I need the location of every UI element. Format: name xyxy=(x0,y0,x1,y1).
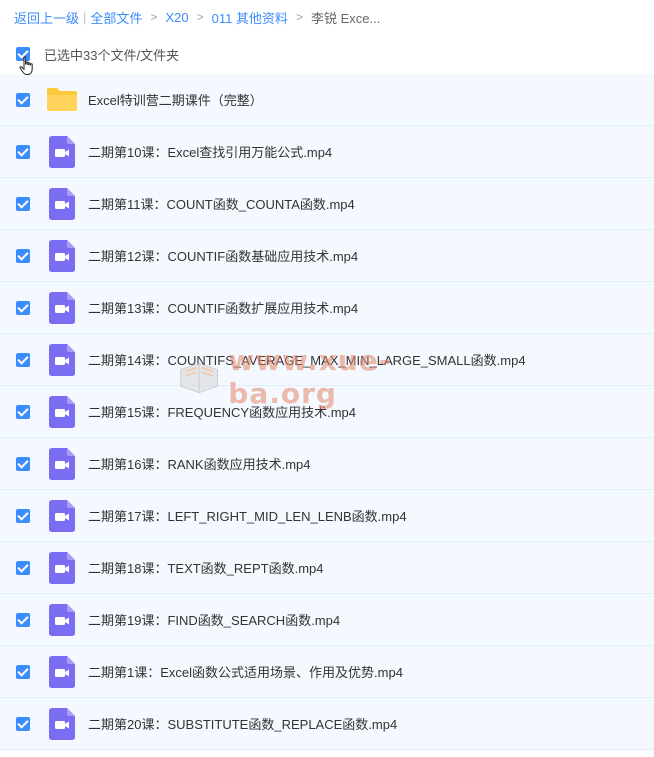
video-file-icon xyxy=(46,499,78,532)
breadcrumb-chevron-icon: > xyxy=(196,10,204,24)
row-checkbox[interactable] xyxy=(16,248,30,263)
row-checkbox[interactable] xyxy=(16,300,30,315)
file-row[interactable]: 二期第18课：TEXT函数_REPT函数.mp4 xyxy=(0,542,654,594)
file-name[interactable]: 二期第16课：RANK函数应用技术.mp4 xyxy=(88,454,310,473)
row-checkbox[interactable] xyxy=(16,508,30,523)
file-name[interactable]: Excel特训营二期课件（完整） xyxy=(88,90,263,109)
row-checkbox[interactable] xyxy=(16,144,30,159)
file-row[interactable]: 二期第12课：COUNTIF函数基础应用技术.mp4 xyxy=(0,230,654,282)
file-name[interactable]: 二期第19课：FIND函数_SEARCH函数.mp4 xyxy=(88,610,340,629)
breadcrumb-chevron-icon: > xyxy=(295,10,303,24)
file-name[interactable]: 二期第12课：COUNTIF函数基础应用技术.mp4 xyxy=(88,246,358,265)
file-row[interactable]: 二期第10课：Excel查找引用万能公式.mp4 xyxy=(0,126,654,178)
file-name[interactable]: 二期第13课：COUNTIF函数扩展应用技术.mp4 xyxy=(88,298,358,317)
row-checkbox[interactable] xyxy=(16,92,30,107)
file-name[interactable]: 二期第1课：Excel函数公式适用场景、作用及优势.mp4 xyxy=(88,662,403,681)
file-row[interactable]: 二期第1课：Excel函数公式适用场景、作用及优势.mp4 xyxy=(0,646,654,698)
row-checkbox[interactable] xyxy=(16,612,30,627)
file-row[interactable]: 二期第16课：RANK函数应用技术.mp4 xyxy=(0,438,654,490)
file-row[interactable]: 二期第19课：FIND函数_SEARCH函数.mp4 xyxy=(0,594,654,646)
file-name[interactable]: 二期第17课：LEFT_RIGHT_MID_LEN_LENB函数.mp4 xyxy=(88,506,407,525)
file-row[interactable]: 二期第13课：COUNTIF函数扩展应用技术.mp4 xyxy=(0,282,654,334)
hand-cursor-icon xyxy=(19,56,33,75)
breadcrumb: 返回上一级 | 全部文件 > X20 > 011 其他资料 > 李锐 Exce.… xyxy=(0,0,654,34)
breadcrumb-back-link[interactable]: 返回上一级 xyxy=(14,8,79,27)
breadcrumb-path-other-link[interactable]: 011 其他资料 xyxy=(212,8,288,27)
file-name[interactable]: 二期第10课：Excel查找引用万能公式.mp4 xyxy=(88,142,332,161)
video-file-icon xyxy=(46,551,78,584)
folder-icon xyxy=(46,84,78,116)
file-row[interactable]: 二期第11课：COUNT函数_COUNTA函数.mp4 xyxy=(0,178,654,230)
breadcrumb-current: 李锐 Exce... xyxy=(310,10,381,26)
row-checkbox[interactable] xyxy=(16,352,30,367)
file-name[interactable]: 二期第14课：COUNTIFS_AVERAGE_MAX_MIN_LARGE_SM… xyxy=(88,350,526,369)
video-file-icon xyxy=(46,447,78,480)
video-file-icon xyxy=(46,395,78,428)
row-checkbox[interactable] xyxy=(16,196,30,211)
video-file-icon xyxy=(46,187,78,220)
video-file-icon xyxy=(46,135,78,168)
row-checkbox[interactable] xyxy=(16,404,30,419)
folder-row[interactable]: Excel特训营二期课件（完整） xyxy=(0,74,654,126)
file-name[interactable]: 二期第11课：COUNT函数_COUNTA函数.mp4 xyxy=(88,194,355,213)
selection-bar: 已选中33个文件/文件夹 xyxy=(0,34,654,75)
breadcrumb-chevron-icon: > xyxy=(150,10,158,24)
file-name[interactable]: 二期第18课：TEXT函数_REPT函数.mp4 xyxy=(88,558,324,577)
breadcrumb-divider: | xyxy=(83,9,87,25)
selection-count-label: 已选中33个文件/文件夹 xyxy=(44,47,180,63)
file-row[interactable]: 二期第20课：SUBSTITUTE函数_REPLACE函数.mp4 xyxy=(0,698,654,750)
row-checkbox[interactable] xyxy=(16,664,30,679)
row-checkbox[interactable] xyxy=(16,716,30,731)
file-list: Excel特训营二期课件（完整） 二期第10课：Excel查找引用万能公式.mp4… xyxy=(0,74,654,750)
breadcrumb-all-files-link[interactable]: 全部文件 xyxy=(90,8,142,27)
row-checkbox[interactable] xyxy=(16,456,30,471)
file-name[interactable]: 二期第15课：FREQUENCY函数应用技术.mp4 xyxy=(88,402,356,421)
file-name[interactable]: 二期第20课：SUBSTITUTE函数_REPLACE函数.mp4 xyxy=(88,714,397,733)
file-row[interactable]: 二期第17课：LEFT_RIGHT_MID_LEN_LENB函数.mp4 xyxy=(0,490,654,542)
row-checkbox[interactable] xyxy=(16,560,30,575)
breadcrumb-path-x20-link[interactable]: X20 xyxy=(165,10,188,25)
video-file-icon xyxy=(46,707,78,740)
video-file-icon xyxy=(46,343,78,376)
video-file-icon xyxy=(46,239,78,272)
file-row[interactable]: 二期第15课：FREQUENCY函数应用技术.mp4 xyxy=(0,386,654,438)
video-file-icon xyxy=(46,291,78,324)
video-file-icon xyxy=(46,655,78,688)
file-row[interactable]: 二期第14课：COUNTIFS_AVERAGE_MAX_MIN_LARGE_SM… xyxy=(0,334,654,386)
video-file-icon xyxy=(46,603,78,636)
